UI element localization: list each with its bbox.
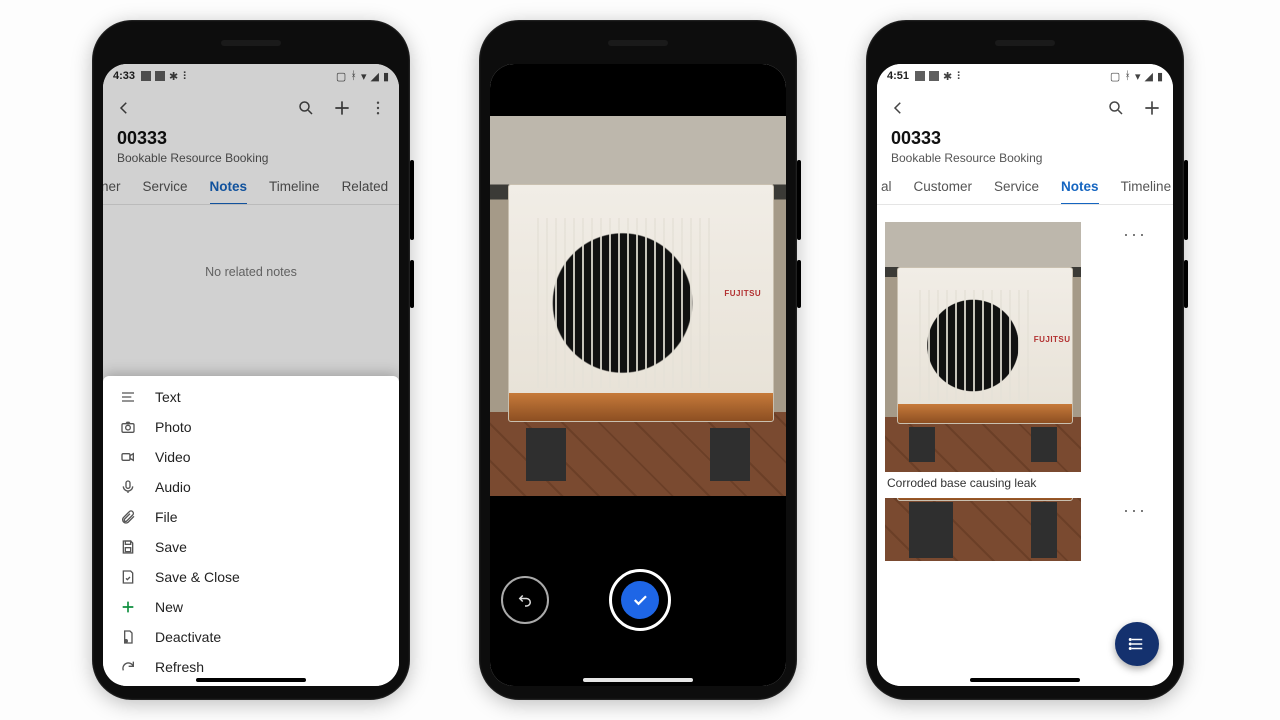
deactivate-icon: [119, 629, 137, 645]
status-icon: [141, 71, 151, 81]
refresh-icon: [119, 659, 137, 675]
attach-icon: [119, 509, 137, 525]
camera-icon: [119, 419, 137, 435]
bt-icon: ᚼ: [350, 70, 357, 82]
note-menu-icon[interactable]: ···: [1123, 500, 1147, 521]
tab-timeline[interactable]: Timeline: [269, 171, 320, 204]
action-video[interactable]: Video: [103, 442, 399, 472]
wifi-icon: ▾: [1135, 70, 1141, 83]
status-bar: 4:33 ✱ ⠇ ▢ ᚼ ▾ ◢ ▮: [103, 64, 399, 88]
tab-owner[interactable]: ner: [103, 171, 121, 204]
action-new[interactable]: New: [103, 592, 399, 622]
tab-timeline[interactable]: Timeline: [1121, 171, 1172, 204]
empty-notes-text: No related notes: [103, 265, 399, 279]
note-caption-1: Corroded base causing leak: [885, 472, 1165, 490]
plus-icon: [119, 599, 137, 615]
status-icon: ⠇: [182, 70, 190, 83]
tab-notes[interactable]: Notes: [1061, 171, 1099, 205]
tab-bar: ner Service Notes Timeline Related: [103, 171, 399, 205]
tab-related[interactable]: Related: [342, 171, 389, 204]
video-icon: [119, 449, 137, 465]
camera-undo-button[interactable]: [501, 576, 549, 624]
status-icon: ✱: [169, 70, 178, 83]
save-close-icon: [119, 569, 137, 585]
speaker-slot: [608, 40, 668, 46]
search-icon[interactable]: [295, 97, 317, 119]
battery-icon: ▮: [1157, 70, 1163, 83]
camera-screen: FUJITSU: [490, 64, 786, 686]
notes-fab[interactable]: [1115, 622, 1159, 666]
status-icon: ⠇: [956, 70, 964, 83]
status-bar: 4:51 ✱ ⠇ ▢ ᚼ ▾ ◢ ▮: [877, 64, 1173, 88]
save-icon: [119, 539, 137, 555]
phone-frame-3: 4:51 ✱ ⠇ ▢ ᚼ ▾ ◢ ▮: [866, 20, 1184, 700]
record-subtitle: Bookable Resource Booking: [117, 151, 385, 165]
mic-icon: [119, 479, 137, 495]
camera-confirm-button[interactable]: [609, 569, 671, 631]
tab-bar: al Customer Service Notes Timeline: [877, 171, 1173, 205]
status-icon: [915, 71, 925, 81]
note-menu-icon[interactable]: ···: [1123, 224, 1147, 245]
action-save-close[interactable]: Save & Close: [103, 562, 399, 592]
back-icon[interactable]: [113, 97, 135, 119]
clock: 4:51: [887, 70, 909, 82]
text-icon: [119, 389, 137, 405]
cast-icon: ▢: [336, 70, 346, 83]
add-icon[interactable]: [1141, 97, 1163, 119]
cast-icon: ▢: [1110, 70, 1120, 83]
action-photo[interactable]: Photo: [103, 412, 399, 442]
nav-bar[interactable]: [583, 678, 693, 682]
camera-viewfinder: FUJITSU: [490, 116, 786, 496]
app-bar: [877, 88, 1173, 128]
back-icon[interactable]: [887, 97, 909, 119]
speaker-slot: [221, 40, 281, 46]
record-title: 00333: [117, 128, 385, 149]
tab-notes[interactable]: Notes: [210, 171, 248, 205]
action-deactivate[interactable]: Deactivate: [103, 622, 399, 652]
status-icon: ✱: [943, 70, 952, 83]
action-audio[interactable]: Audio: [103, 472, 399, 502]
bt-icon: ᚼ: [1124, 70, 1131, 82]
action-sheet: Text Photo Video Audio File Save Save & …: [103, 376, 399, 686]
action-file[interactable]: File: [103, 502, 399, 532]
note-image-1: FUJITSU: [885, 222, 1081, 472]
tab-service[interactable]: Service: [143, 171, 188, 204]
phone-frame-1: 4:33 ✱ ⠇ ▢ ᚼ ▾ ◢ ▮: [92, 20, 410, 700]
record-title: 00333: [891, 128, 1159, 149]
unit-brand: FUJITSU: [724, 289, 761, 298]
status-icon: [155, 71, 165, 81]
speaker-slot: [995, 40, 1055, 46]
clock: 4:33: [113, 70, 135, 82]
record-subtitle: Bookable Resource Booking: [891, 151, 1159, 165]
tab-customer[interactable]: Customer: [914, 171, 973, 204]
note-card-2[interactable]: ···: [885, 498, 1165, 638]
tab-service[interactable]: Service: [994, 171, 1039, 204]
phone-frame-2: FUJITSU: [479, 20, 797, 700]
note-card-1[interactable]: ··· FUJITSU: [885, 222, 1165, 490]
add-icon[interactable]: [331, 97, 353, 119]
tab-general[interactable]: al: [881, 171, 892, 204]
signal-icon: ◢: [370, 70, 378, 83]
signal-icon: ◢: [1144, 70, 1152, 83]
nav-bar[interactable]: [970, 678, 1080, 682]
app-bar: [103, 88, 399, 128]
action-text[interactable]: Text: [103, 382, 399, 412]
action-save[interactable]: Save: [103, 532, 399, 562]
note-image-2: [885, 498, 1081, 638]
status-icon: [929, 71, 939, 81]
wifi-icon: ▾: [361, 70, 367, 83]
nav-bar[interactable]: [196, 678, 306, 682]
more-vert-icon[interactable]: [367, 97, 389, 119]
battery-icon: ▮: [383, 70, 389, 83]
search-icon[interactable]: [1105, 97, 1127, 119]
